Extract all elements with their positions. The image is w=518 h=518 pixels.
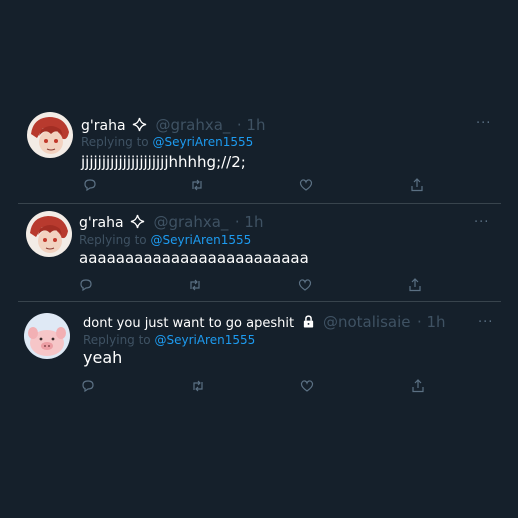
tweet-header: dont you just want to go apeshit @notali… <box>83 313 446 333</box>
share-icon[interactable] <box>411 379 425 393</box>
divider <box>18 301 501 302</box>
more-options-icon[interactable]: ··· <box>476 116 491 131</box>
replying-to: Replying to @SeyriAren1555 <box>79 233 251 247</box>
tweet-actions <box>0 278 518 294</box>
reply-icon[interactable] <box>79 278 93 292</box>
avatar[interactable] <box>27 112 73 158</box>
retweet-icon[interactable] <box>190 178 204 192</box>
tweet-text: jjjjjjjjjjjjjjjjjjjjjhhhhg;//2; <box>81 153 246 171</box>
avatar[interactable] <box>24 313 70 359</box>
replying-prefix: Replying to <box>81 135 153 149</box>
sparkle-icon <box>132 117 147 132</box>
reply-icon[interactable] <box>83 178 97 192</box>
handle[interactable]: @grahxa_ <box>153 213 228 231</box>
timestamp[interactable]: · 1h <box>417 313 446 331</box>
replying-prefix: Replying to <box>79 233 151 247</box>
timestamp[interactable]: · 1h <box>235 213 264 231</box>
display-name[interactable]: g'raha <box>79 215 124 231</box>
like-icon[interactable] <box>299 178 313 192</box>
handle[interactable]: @notalisaie <box>323 313 411 331</box>
tweet-actions <box>0 379 518 395</box>
lock-icon <box>303 315 313 328</box>
more-options-icon[interactable]: ··· <box>478 315 493 330</box>
retweet-icon[interactable] <box>191 379 205 393</box>
mention-link[interactable]: @SeyriAren1555 <box>150 233 251 247</box>
divider <box>18 203 501 204</box>
like-icon[interactable] <box>298 278 312 292</box>
share-icon[interactable] <box>410 178 424 192</box>
tweet-header: g'raha @grahxa_ · 1h <box>81 116 265 135</box>
display-name[interactable]: g'raha <box>81 118 126 134</box>
display-name[interactable]: dont you just want to go apeshit <box>83 316 294 331</box>
sparkle-icon <box>130 214 145 229</box>
mention-link[interactable]: @SeyriAren1555 <box>152 135 253 149</box>
replying-to: Replying to @SeyriAren1555 <box>81 135 253 149</box>
mention-link[interactable]: @SeyriAren1555 <box>154 333 255 347</box>
replying-prefix: Replying to <box>83 333 155 347</box>
replying-to: Replying to @SeyriAren1555 <box>83 333 255 347</box>
retweet-icon[interactable] <box>188 278 202 292</box>
like-icon[interactable] <box>300 379 314 393</box>
more-options-icon[interactable]: ··· <box>474 215 489 230</box>
tweet-actions <box>0 178 518 194</box>
tweet-text: aaaaaaaaaaaaaaaaaaaaaaaaa <box>79 249 309 267</box>
timestamp[interactable]: · 1h <box>237 116 266 134</box>
handle[interactable]: @grahxa_ <box>155 116 230 134</box>
tweet-header: g'raha @grahxa_ · 1h <box>79 213 263 232</box>
share-icon[interactable] <box>408 278 422 292</box>
tweet-text: yeah <box>83 348 123 367</box>
reply-icon[interactable] <box>81 379 95 393</box>
avatar[interactable] <box>26 211 72 257</box>
